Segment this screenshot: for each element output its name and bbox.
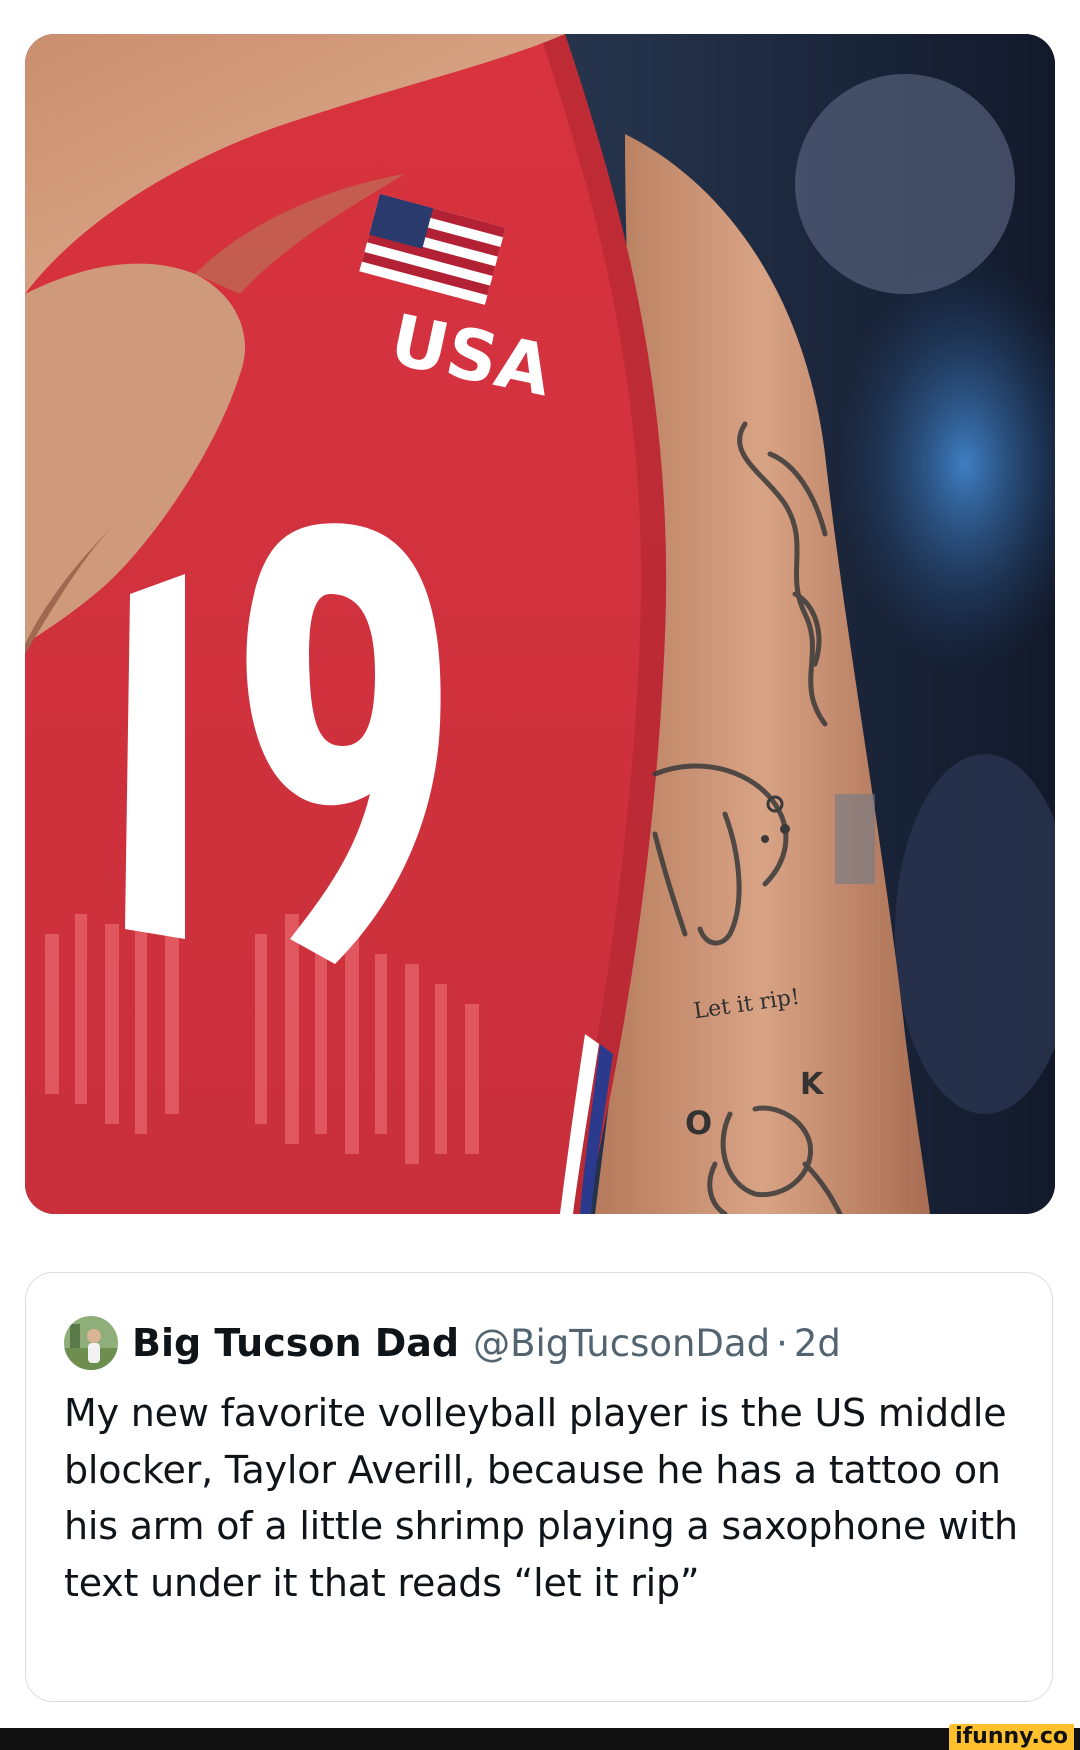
ifunny-watermark: ifunny.co xyxy=(949,1724,1074,1750)
tweet-text: My new favorite volleyball player is the… xyxy=(64,1391,1018,1605)
separator-dot: · xyxy=(776,1321,788,1365)
user-handle[interactable]: @BigTucsonDad xyxy=(473,1322,770,1365)
tattoo-letter-k: K xyxy=(800,1067,825,1102)
tweet-header: Big Tucson Dad @BigTucsonDad · 2d xyxy=(64,1315,841,1371)
post-photo[interactable]: USA Let it rip! O K xyxy=(25,34,1055,1214)
avatar-image xyxy=(64,1316,118,1370)
avatar[interactable] xyxy=(64,1316,118,1370)
quoted-tweet-card[interactable]: Big Tucson Dad @BigTucsonDad · 2d My new… xyxy=(25,1272,1053,1702)
tattoo-letter-o: O xyxy=(685,1104,712,1142)
display-name[interactable]: Big Tucson Dad xyxy=(132,1321,459,1365)
timestamp[interactable]: 2d xyxy=(794,1322,841,1365)
photo-illustration: USA Let it rip! O K xyxy=(25,34,1055,1214)
footer-bar xyxy=(0,1728,1080,1750)
